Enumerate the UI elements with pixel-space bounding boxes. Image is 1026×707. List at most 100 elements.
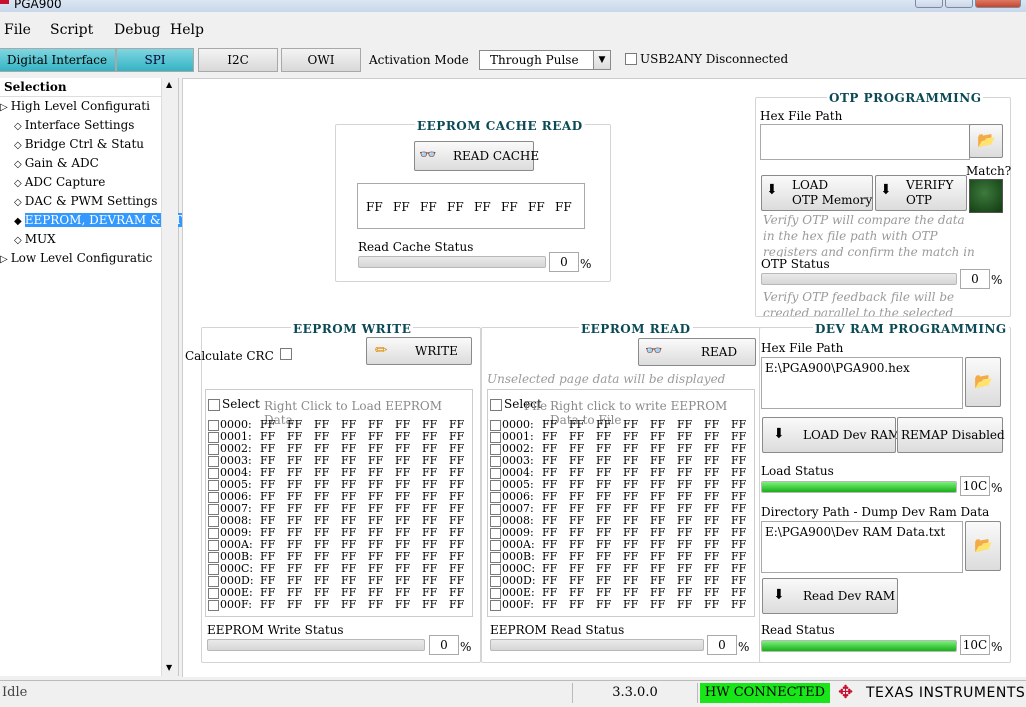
tree-item[interactable]: ◇ MUX (14, 232, 56, 246)
read-row-checkbox[interactable] (490, 600, 501, 611)
read-cell[interactable]: FF (569, 598, 584, 611)
write-row-checkbox[interactable] (208, 528, 219, 539)
write-row-checkbox[interactable] (208, 600, 219, 611)
write-cell[interactable]: FF (287, 598, 302, 611)
write-row-checkbox[interactable] (208, 420, 219, 431)
read-cell[interactable]: FF (704, 598, 719, 611)
folder-icon: 📂 (974, 372, 993, 390)
read-select-all-checkbox[interactable] (490, 399, 502, 411)
read-cell[interactable]: FF (596, 598, 611, 611)
write-row-checkbox[interactable] (208, 480, 219, 491)
close-button[interactable] (975, 0, 1021, 8)
scroll-up-icon[interactable]: ▲ (166, 80, 172, 89)
tree-item[interactable]: ▷ Low Level Configuratic (0, 251, 152, 265)
read-row-checkbox[interactable] (490, 504, 501, 515)
read-cell[interactable]: FF (542, 598, 557, 611)
otp-hex-field[interactable] (760, 124, 970, 160)
crc-checkbox[interactable] (280, 348, 292, 360)
read-cell[interactable]: FF (623, 598, 638, 611)
write-cell[interactable]: FF (314, 598, 329, 611)
load-otp-button[interactable]: ⬇ LOAD OTP Memory (761, 175, 873, 211)
read-cell[interactable]: FF (677, 598, 692, 611)
write-row-checkbox[interactable] (208, 576, 219, 587)
menu-script[interactable]: Script (50, 22, 93, 38)
write-row-checkbox[interactable] (208, 564, 219, 575)
read-row-checkbox[interactable] (490, 552, 501, 563)
write-row-checkbox[interactable] (208, 516, 219, 527)
write-row-checkbox[interactable] (208, 432, 219, 443)
eeprom-read-grid[interactable]: Select File Right click to write EEPROM … (487, 389, 755, 617)
read-row-checkbox[interactable] (490, 432, 501, 443)
menu-file[interactable]: File (4, 22, 31, 38)
read-row-checkbox[interactable] (490, 588, 501, 599)
write-cell[interactable]: FF (395, 598, 410, 611)
devram-dir-field[interactable]: E:\PGA900\Dev RAM Data.txt (761, 521, 963, 573)
write-cell[interactable]: FF (368, 598, 383, 611)
read-row-checkbox[interactable] (490, 516, 501, 527)
tree-item[interactable]: ◇ ADC Capture (14, 175, 105, 189)
otp-browse-button[interactable]: 📂 (969, 124, 1003, 158)
scroll-down-icon[interactable]: ▼ (166, 663, 172, 672)
write-select-all-checkbox[interactable] (208, 399, 220, 411)
write-row-checkbox[interactable] (208, 492, 219, 503)
write-cell[interactable]: FF (341, 598, 356, 611)
tree-item[interactable]: ◆ EEPROM, DEVRAM & OT (14, 213, 183, 227)
tree-item[interactable]: ◇ Bridge Ctrl & Statu (14, 137, 144, 151)
read-cache-button[interactable]: 👓 READ CACHE (414, 141, 539, 171)
tab-i2c[interactable]: I2C (198, 48, 278, 72)
tree-item[interactable]: ◇ Interface Settings (14, 118, 134, 132)
read-row-checkbox[interactable] (490, 528, 501, 539)
maximize-button[interactable] (945, 0, 973, 8)
write-row-checkbox[interactable] (208, 456, 219, 467)
tree-item[interactable]: ◇ DAC & PWM Settings (14, 194, 157, 208)
read-cell[interactable]: FF (650, 598, 665, 611)
read-row-checkbox[interactable] (490, 540, 501, 551)
verify-otp-button[interactable]: ⬇ VERIFY OTP (875, 175, 967, 211)
read-devram-button[interactable]: ⬇ Read Dev RAM (762, 578, 898, 614)
write-row-checkbox[interactable] (208, 444, 219, 455)
load-devram-button[interactable]: ⬇ LOAD Dev RAM (762, 417, 900, 453)
write-select-label: Select (222, 397, 260, 411)
tab-spi[interactable]: SPI (116, 48, 194, 72)
activation-mode-select[interactable]: Through Pulse ▼ (479, 50, 611, 70)
devram-hex-field[interactable]: E:\PGA900\PGA900.hex (761, 357, 963, 409)
devram-dir-browse-button[interactable]: 📂 (965, 521, 1001, 571)
write-button[interactable]: ✏ WRITE (366, 337, 472, 365)
read-row-checkbox[interactable] (490, 468, 501, 479)
minimize-button[interactable] (915, 0, 943, 8)
tab-owi[interactable]: OWI (281, 48, 361, 72)
write-row-checkbox[interactable] (208, 540, 219, 551)
write-row-checkbox[interactable] (208, 588, 219, 599)
read-row-checkbox[interactable] (490, 480, 501, 491)
menu-help[interactable]: Help (170, 22, 204, 38)
remap-button[interactable]: REMAP Disabled (897, 417, 1005, 453)
write-row-checkbox[interactable] (208, 504, 219, 515)
tree-item[interactable]: ◇ Gain & ADC (14, 156, 99, 170)
tab-digital-interface[interactable]: Digital Interface (0, 48, 116, 72)
write-cell[interactable]: FF (260, 598, 275, 611)
download-chip-icon: ⬇ (773, 587, 785, 603)
read-row-checkbox[interactable] (490, 492, 501, 503)
write-row-checkbox[interactable] (208, 468, 219, 479)
read-row-checkbox[interactable] (490, 576, 501, 587)
read-row-checkbox[interactable] (490, 564, 501, 575)
read-row[interactable]: 000F: FF FF FF FF FF FF FF FF (490, 598, 752, 611)
usb2any-checkbox[interactable] (625, 53, 637, 65)
write-row-checkbox[interactable] (208, 552, 219, 563)
write-cell[interactable]: FF (449, 598, 464, 611)
chevron-down-icon[interactable]: ▼ (593, 51, 610, 69)
read-row-checkbox[interactable] (490, 456, 501, 467)
read-row-checkbox[interactable] (490, 420, 501, 431)
read-button[interactable]: 👓 READ (638, 338, 756, 366)
cache-status-value: 0 (549, 252, 579, 272)
write-row[interactable]: 000F: FF FF FF FF FF FF FF FF (208, 598, 470, 611)
read-row-checkbox[interactable] (490, 444, 501, 455)
read-cell[interactable]: FF (731, 598, 746, 611)
tree-item[interactable]: ▷ High Level Configurati (0, 99, 150, 113)
eeprom-write-grid[interactable]: Select Right Click to Load EEPROM Data 0… (205, 389, 473, 617)
otp-progress-bar (761, 273, 957, 285)
write-cell[interactable]: FF (422, 598, 437, 611)
tree-scrollbar[interactable]: ▲ ▼ (161, 78, 178, 676)
menu-debug[interactable]: Debug (114, 22, 160, 38)
devram-browse-button[interactable]: 📂 (965, 357, 1001, 407)
